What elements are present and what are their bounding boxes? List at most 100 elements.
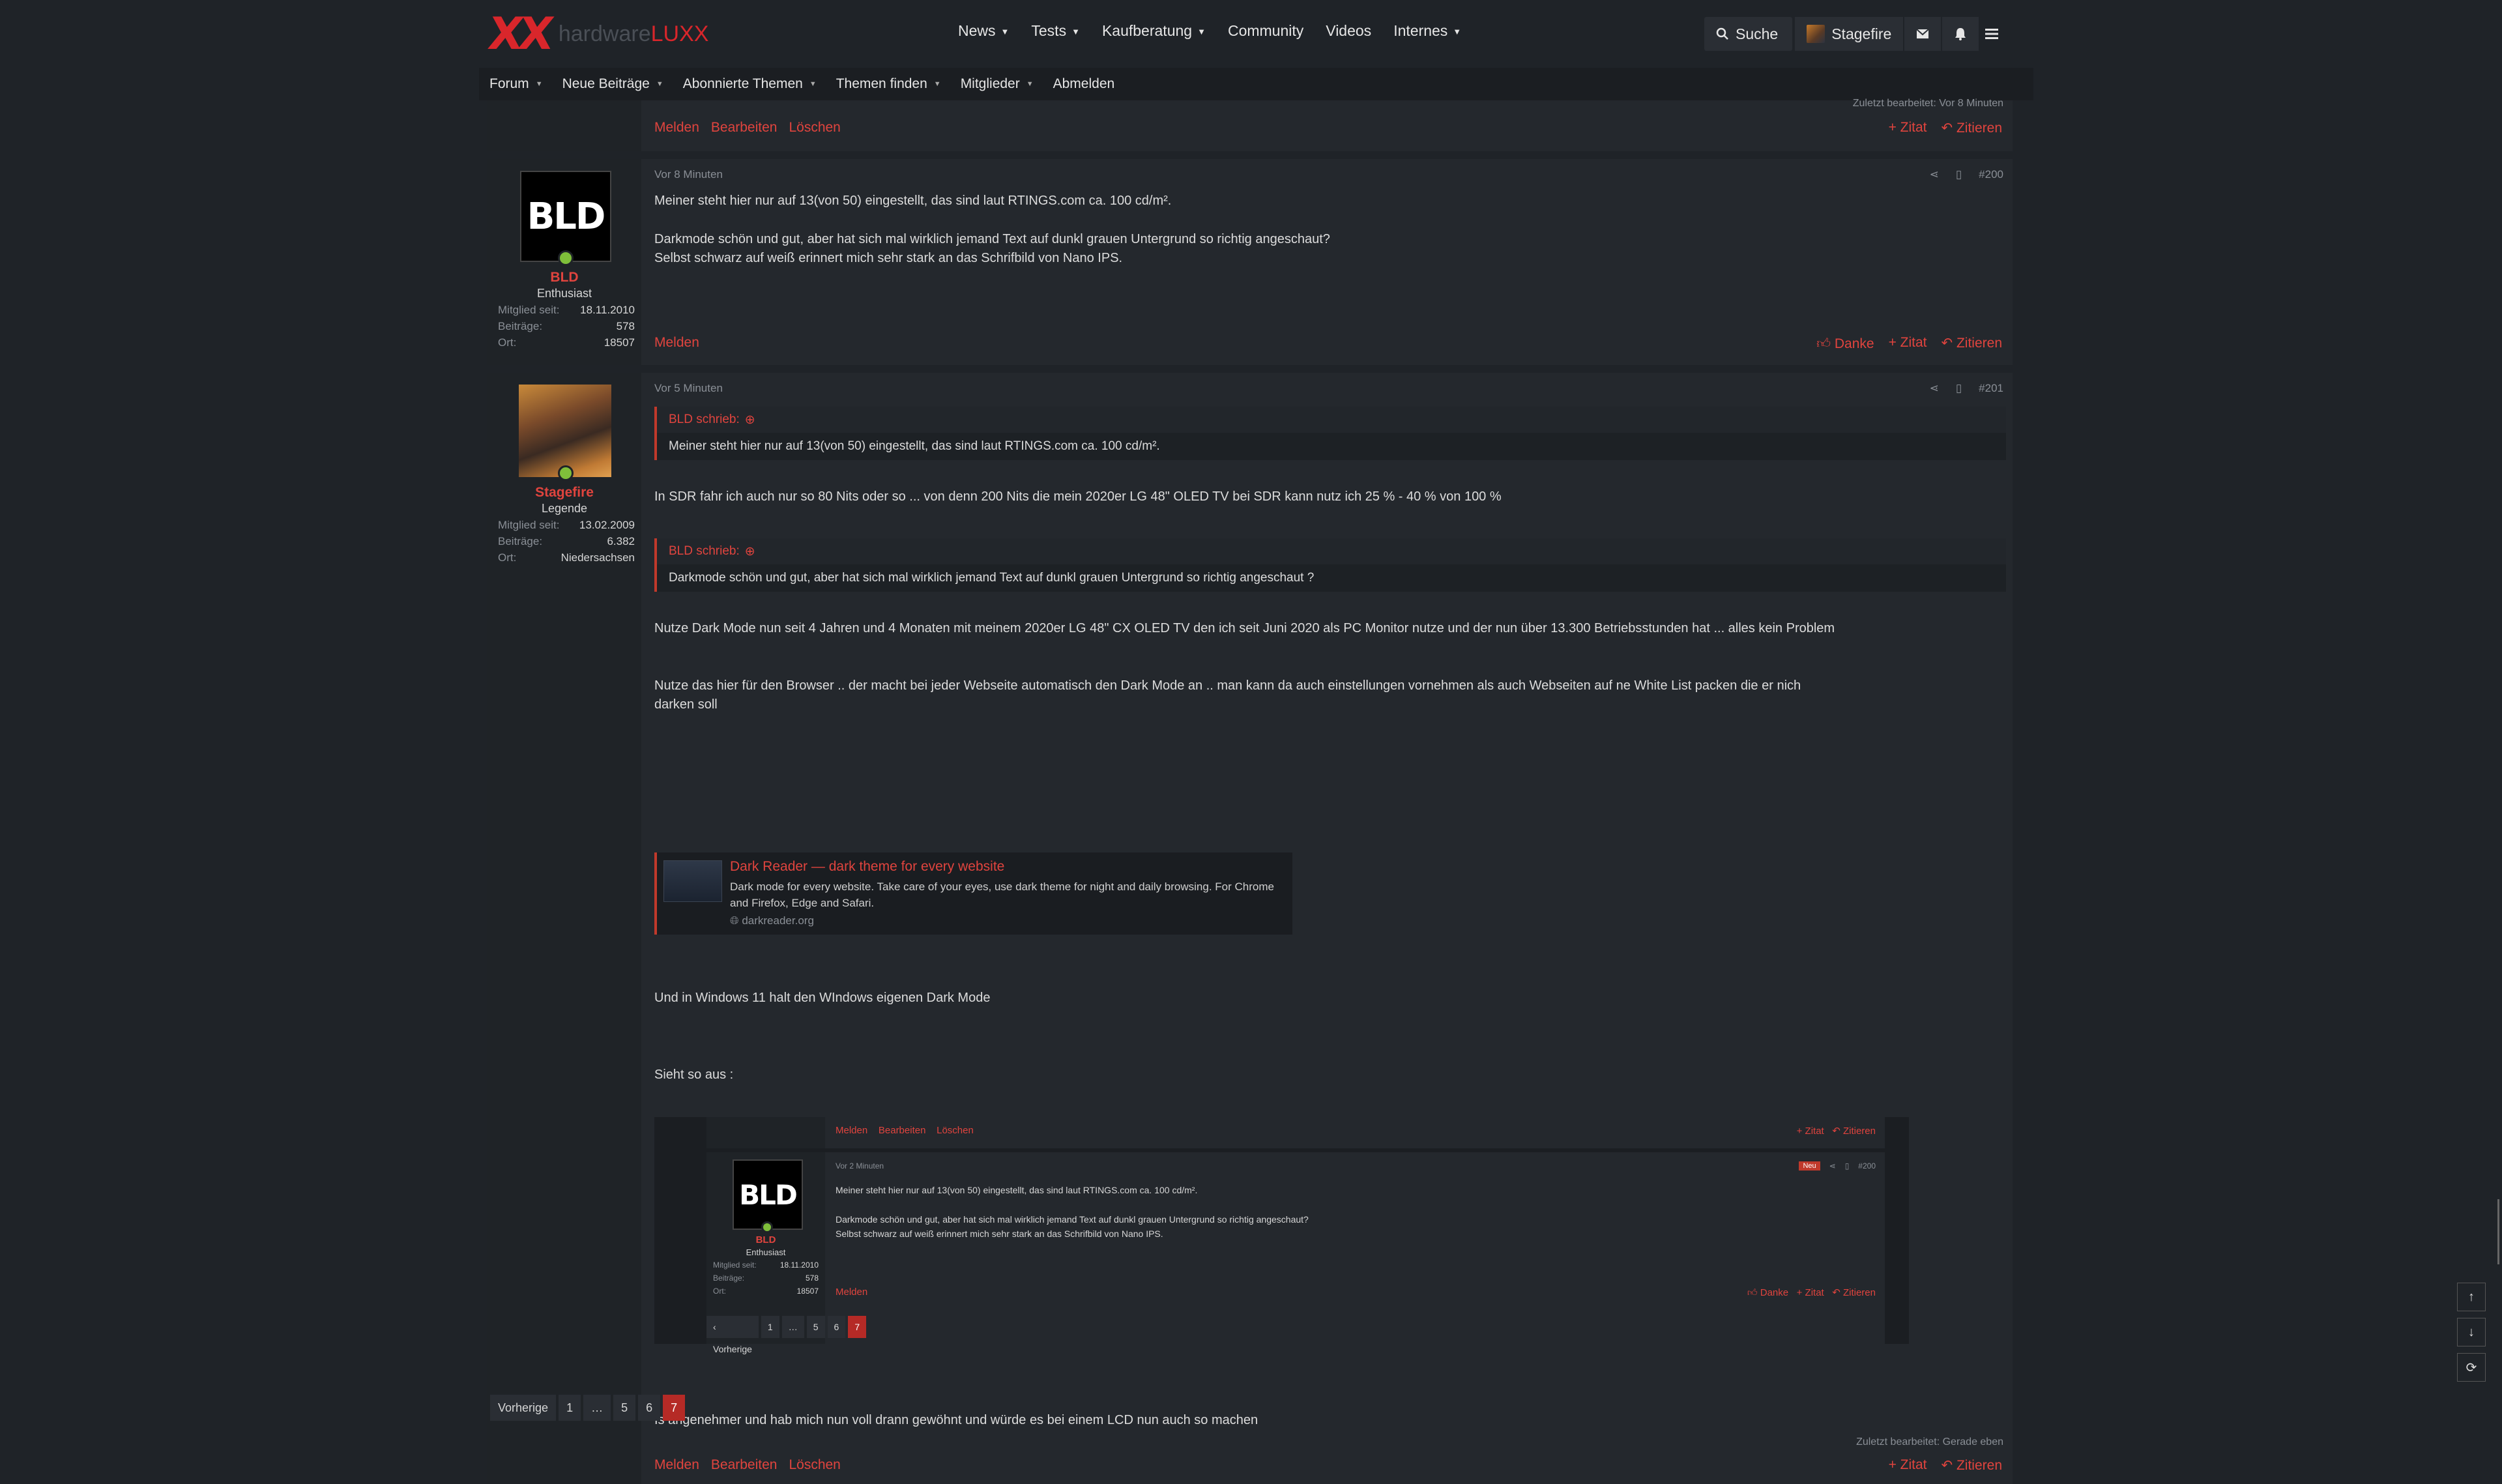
top-header: XX hardwareLUXX News ▼ Tests ▼ Kaufberatun… — [0, 0, 2502, 68]
floating-nav: ↑ ↓ ⟳ — [2457, 1283, 2486, 1382]
search-button[interactable]: Suche — [1704, 17, 1793, 51]
report-link[interactable]: Melden — [654, 120, 699, 136]
link-domain: 🌐︎ darkreader.org — [730, 914, 814, 927]
user-stat: Mitglied seit: 18.11.2010 — [713, 1260, 819, 1270]
post-previous-footer: Zuletzt bearbeitet: Vor 8 Minuten Melden… — [487, 98, 2013, 151]
nav-news[interactable]: News ▼ — [958, 22, 1009, 40]
post-number[interactable]: #201 — [1979, 382, 2003, 395]
avatar[interactable]: BLD — [520, 171, 611, 262]
edit-link[interactable]: Bearbeiten — [711, 1457, 778, 1473]
quote-block: BLD schrieb: ⊕ Meiner steht hier nur auf … — [654, 407, 2006, 460]
header-tools: Suche Stagefire — [1704, 17, 1979, 51]
user-stat: Ort: 18507 — [713, 1287, 819, 1296]
nav-videos[interactable]: Videos — [1326, 22, 1371, 40]
post-line: Und in Windows 11 halt den WIndows eigen… — [654, 991, 991, 1005]
avatar[interactable] — [519, 385, 611, 477]
edited-note: Zuletzt bearbeitet: Gerade eben — [1856, 1436, 2003, 1448]
quote-header[interactable]: BLD schrieb: ⊕ — [657, 407, 2006, 433]
report-link[interactable]: Melden — [654, 335, 699, 351]
nav-internes[interactable]: Internes ▼ — [1393, 22, 1461, 40]
link-title[interactable]: Dark Reader — dark theme for every websi… — [730, 859, 1004, 875]
multiquote-button[interactable]: + Zitat — [1889, 335, 1927, 352]
online-indicator-icon — [558, 465, 574, 481]
link-thumbnail — [663, 860, 722, 902]
user-stat: Beiträge: 578 — [498, 320, 635, 332]
like-button[interactable]: 👍︎ Danke — [1816, 335, 1874, 352]
nav-kaufberatung[interactable]: Kaufberatung ▼ — [1102, 22, 1206, 40]
subnav-abmelden[interactable]: Abmelden — [1053, 76, 1115, 92]
user-stat: Beiträge: 6.382 — [498, 535, 635, 547]
post-time[interactable]: Vor 8 Minuten — [654, 168, 723, 181]
subnav-abonnierte-themen[interactable]: Abonnierte Themen ▼ — [683, 76, 817, 92]
subnav-themen-finden[interactable]: Themen finden ▼ — [836, 76, 941, 92]
post-201: Stagefire Legende Mitglied seit: 13.02.20… — [487, 373, 2013, 1484]
user-stat: Mitglied seit: 18.11.2010 — [498, 304, 635, 316]
arrow-up-circle-icon: ⊕ — [744, 544, 755, 559]
multiquote-button[interactable]: + Zitat — [1889, 1457, 1927, 1474]
bookmark-icon[interactable]: ▯ — [1956, 382, 1962, 395]
post-200: BLD BLD Enthusiast Mitglied seit: 18.11.2… — [487, 159, 2013, 365]
avatar: BLD — [733, 1159, 803, 1230]
reply-icon: ↶ — [1941, 121, 1957, 136]
post-number[interactable]: #200 — [1979, 168, 2003, 181]
share-icon[interactable]: ⋖ — [1930, 382, 1939, 395]
subnav-forum[interactable]: Forum ▼ — [489, 76, 543, 92]
quote-block: BLD schrieb: ⊕ Darkmode schön und gut, ab… — [654, 538, 2006, 592]
user-title: Enthusiast — [536, 287, 592, 300]
post-time[interactable]: Vor 5 Minuten — [654, 382, 723, 395]
user-menu-button[interactable]: Stagefire — [1795, 17, 1904, 51]
bookmark-icon[interactable]: ▯ — [1956, 168, 1962, 181]
user-stat: Beiträge: 578 — [713, 1273, 819, 1283]
post-line: Sieht so aus : — [654, 1068, 734, 1082]
report-link[interactable]: Melden — [654, 1457, 699, 1473]
bell-icon[interactable] — [1942, 17, 1979, 51]
current-page-button[interactable]: 7 — [663, 1395, 686, 1421]
quote-header[interactable]: BLD schrieb: ⊕ — [657, 538, 2006, 564]
pagination: ‹ Vorherige 1 … 5 6 7 — [706, 1316, 867, 1354]
pagination: Vorherige 1 … 5 6 7 — [490, 1395, 686, 1421]
arrow-down-icon[interactable]: ↓ — [2457, 1318, 2486, 1346]
link-preview-card[interactable]: Dark Reader — dark theme for every websi… — [654, 852, 1292, 935]
post-line: Nutze das hier für den Browser .. der ma… — [654, 678, 1801, 693]
globe-icon: 🌐︎ — [730, 914, 742, 927]
reply-button[interactable]: ↶ Zitieren — [1942, 1457, 2002, 1474]
site-logo[interactable]: XX hardwareLUXX — [485, 8, 708, 60]
embedded-screenshot[interactable]: BLD BLD Enthusiast Mitglied seit: 18.11.2… — [654, 1117, 1909, 1354]
online-indicator-icon — [558, 250, 574, 266]
arrow-up-icon[interactable]: ↑ — [2457, 1283, 2486, 1311]
hamburger-menu-icon[interactable] — [1976, 17, 2007, 51]
edit-link[interactable]: Bearbeiten — [711, 120, 778, 136]
inbox-icon[interactable] — [1904, 17, 1942, 51]
delete-link[interactable]: Löschen — [789, 120, 840, 136]
reply-button[interactable]: ↶ Zitieren — [1942, 335, 2002, 352]
refresh-icon[interactable]: ⟳ — [2457, 1353, 2486, 1382]
scrollbar[interactable] — [2497, 1199, 2499, 1264]
nav-community[interactable]: Community — [1228, 22, 1303, 40]
page-button[interactable]: 1 — [559, 1395, 581, 1421]
arrow-up-circle-icon: ⊕ — [744, 413, 755, 427]
user-title: Legende — [541, 502, 588, 515]
post-line: Nutze Dark Mode nun seit 4 Jahren und 4 … — [654, 621, 1835, 635]
subnav-neue-beitraege[interactable]: Neue Beiträge ▼ — [562, 76, 663, 92]
page-button[interactable]: 5 — [613, 1395, 636, 1421]
page-ellipsis[interactable]: … — [583, 1395, 611, 1421]
quote-body: Meiner steht hier nur auf 13(von 50) ein… — [669, 439, 1160, 453]
nav-tests[interactable]: Tests ▼ — [1031, 22, 1080, 40]
multiquote-button[interactable]: + Zitat — [1889, 120, 1927, 136]
page-button[interactable]: 6 — [638, 1395, 661, 1421]
post-user-info: BLD BLD Enthusiast Mitglied seit: 18.11.2… — [487, 159, 641, 365]
username: BLD — [755, 1234, 776, 1245]
user-stat: Mitglied seit: 13.02.2009 — [498, 519, 635, 531]
username[interactable]: BLD — [487, 270, 641, 285]
share-icon[interactable]: ⋖ — [1930, 168, 1939, 181]
thumbs-up-icon: 👍︎ — [1816, 336, 1835, 351]
reply-button[interactable]: ↶ Zitieren — [1942, 120, 2002, 136]
user-title: Enthusiast — [746, 1247, 786, 1257]
post-line: Meiner steht hier nur auf 13(von 50) ein… — [654, 194, 1172, 208]
prev-page-button[interactable]: Vorherige — [490, 1395, 557, 1421]
delete-link[interactable]: Löschen — [789, 1457, 840, 1473]
avatar — [1807, 25, 1826, 43]
username[interactable]: Stagefire — [487, 485, 641, 501]
subnav-mitglieder[interactable]: Mitglieder ▼ — [961, 76, 1034, 92]
reply-icon: ↶ — [1941, 1458, 1957, 1473]
